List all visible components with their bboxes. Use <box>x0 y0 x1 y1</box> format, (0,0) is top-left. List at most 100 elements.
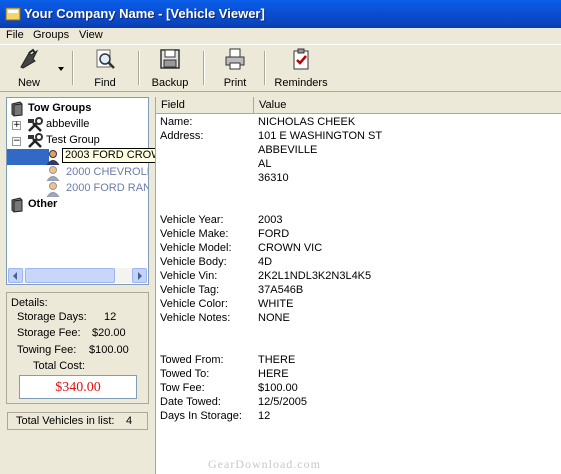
person-icon <box>46 182 60 197</box>
table-row[interactable]: Vehicle Tag: 37A546B <box>156 284 561 298</box>
printer-icon <box>225 48 245 70</box>
table-row[interactable]: Tow Fee: $100.00 <box>156 382 561 396</box>
table-row[interactable]: 36310 <box>156 172 561 186</box>
total-cost-box: $340.00 <box>19 375 137 399</box>
tree-horizontal-scrollbar[interactable] <box>8 268 147 283</box>
app-icon <box>5 7 21 21</box>
expand-icon[interactable]: + <box>12 121 21 130</box>
table-row[interactable] <box>156 186 561 200</box>
field-cell: Vehicle Model: <box>160 242 232 254</box>
tree-root-other[interactable]: Other <box>7 197 148 213</box>
arrow-left-icon <box>13 272 17 280</box>
toolbar-separator <box>203 51 205 85</box>
tree-other-label: Other <box>28 198 58 210</box>
print-button[interactable]: Print <box>220 47 250 91</box>
table-row[interactable]: Date Towed: 12/5/2005 <box>156 396 561 410</box>
tree-vehicle-item[interactable]: 2000 CHEVROLET <box>7 165 148 181</box>
book-icon <box>11 101 23 117</box>
value-cell: 101 E WASHINGTON ST <box>258 130 383 142</box>
column-header-field[interactable]: Field <box>156 97 254 114</box>
table-row[interactable] <box>156 200 561 214</box>
table-row[interactable]: Vehicle Year: 2003 <box>156 214 561 228</box>
new-icon <box>20 48 39 69</box>
column-header-label: Value <box>259 99 287 111</box>
find-icon <box>96 49 115 69</box>
value-cell: 2K2L1NDL3K2N3L4K5 <box>258 270 372 282</box>
column-header-value[interactable]: Value <box>254 97 561 114</box>
table-row[interactable]: Vehicle Notes: NONE <box>156 312 561 326</box>
table-row[interactable]: Vehicle Body: 4D <box>156 256 561 270</box>
table-row[interactable]: AL <box>156 158 561 172</box>
table-row[interactable] <box>156 326 561 340</box>
field-cell: Vehicle Color: <box>160 298 228 310</box>
scroll-left-button[interactable] <box>8 268 23 283</box>
book-icon <box>11 197 23 213</box>
table-row[interactable]: Vehicle Make: FORD <box>156 228 561 242</box>
menu-file[interactable]: File <box>6 29 24 41</box>
table-row[interactable]: Address: 101 E WASHINGTON ST <box>156 130 561 144</box>
new-dropdown-arrow-icon[interactable] <box>58 67 64 71</box>
find-label: Find <box>94 77 116 89</box>
tree-vehicle-label: 2000 FORD RAN <box>66 182 149 194</box>
value-cell: HERE <box>258 368 289 380</box>
field-cell: Towed To: <box>160 368 210 380</box>
value-cell: FORD <box>258 228 290 240</box>
collapse-icon[interactable]: − <box>12 137 21 146</box>
storage-fee-label: Storage Fee: <box>17 327 81 339</box>
tree-group-abbeville[interactable]: + abbeville <box>7 117 148 133</box>
tow-groups-tree[interactable]: Tow Groups + abbeville − Test Group 2000… <box>6 97 149 285</box>
vehicle-details-grid[interactable]: Field Value Name: NICHOLAS CHEEK Address: 1… <box>155 97 561 474</box>
table-row[interactable] <box>156 340 561 354</box>
storage-days-value: 12 <box>104 311 117 323</box>
tree-group-label: Test Group <box>46 134 100 146</box>
vehicle-count-value: 4 <box>126 415 133 427</box>
value-cell: NONE <box>258 312 290 324</box>
menu-bar: File Groups View <box>0 28 561 44</box>
field-cell: Address: <box>160 130 204 142</box>
value-cell: AL <box>258 158 272 170</box>
person-icon <box>46 150 60 165</box>
value-cell: $100.00 <box>258 382 298 394</box>
clipboard-check-icon <box>293 48 309 70</box>
field-cell: Tow Fee: <box>160 382 205 394</box>
scroll-right-button[interactable] <box>132 268 147 283</box>
backup-label: Backup <box>151 77 189 89</box>
towing-fee-value: $100.00 <box>89 344 129 356</box>
scroll-thumb[interactable] <box>25 268 115 283</box>
arrow-right-icon <box>138 272 142 280</box>
tree-vehicle-item[interactable]: 2000 FORD RAN <box>7 181 148 197</box>
find-button[interactable]: Find <box>90 47 120 91</box>
field-cell: Vehicle Vin: <box>160 270 218 282</box>
table-row[interactable]: Vehicle Vin: 2K2L1NDL3K2N3L4K5 <box>156 270 561 284</box>
table-row[interactable]: Towed From: THERE <box>156 354 561 368</box>
table-row[interactable]: Vehicle Model: CROWN VIC <box>156 242 561 256</box>
value-cell: 36310 <box>258 172 289 184</box>
value-cell: NICHOLAS CHEEK <box>258 116 356 128</box>
backup-button[interactable]: Backup <box>150 47 190 91</box>
value-cell: 4D <box>258 256 273 268</box>
person-icon <box>46 166 60 181</box>
tree-root-tow-groups[interactable]: Tow Groups <box>7 101 148 117</box>
tree-group-label: abbeville <box>46 118 90 130</box>
field-cell: Days In Storage: <box>160 410 242 422</box>
table-row[interactable]: Vehicle Color: WHITE <box>156 298 561 312</box>
value-cell: CROWN VIC <box>258 242 323 254</box>
field-cell: Date Towed: <box>160 396 221 408</box>
tree-vehicle-label: 2000 CHEVROLET <box>66 166 148 178</box>
table-row[interactable]: Days In Storage: 12 <box>156 410 561 424</box>
field-cell: Vehicle Make: <box>160 228 229 240</box>
tools-icon <box>28 117 43 132</box>
value-cell: 12 <box>258 410 271 422</box>
menu-view[interactable]: View <box>79 29 103 41</box>
table-row[interactable]: Name: NICHOLAS CHEEK <box>156 116 561 130</box>
vehicle-count-label: Total Vehicles in list: <box>16 415 115 427</box>
value-cell: WHITE <box>258 298 294 310</box>
table-row[interactable]: ABBEVILLE <box>156 144 561 158</box>
menu-groups[interactable]: Groups <box>33 29 69 41</box>
table-row[interactable]: Towed To: HERE <box>156 368 561 382</box>
new-button[interactable]: New <box>12 47 46 91</box>
reminders-button[interactable]: Reminders <box>274 47 328 91</box>
field-cell: Vehicle Year: <box>160 214 224 226</box>
tree-group-test-group[interactable]: − Test Group <box>7 133 148 149</box>
value-cell: 2003 <box>258 214 283 226</box>
